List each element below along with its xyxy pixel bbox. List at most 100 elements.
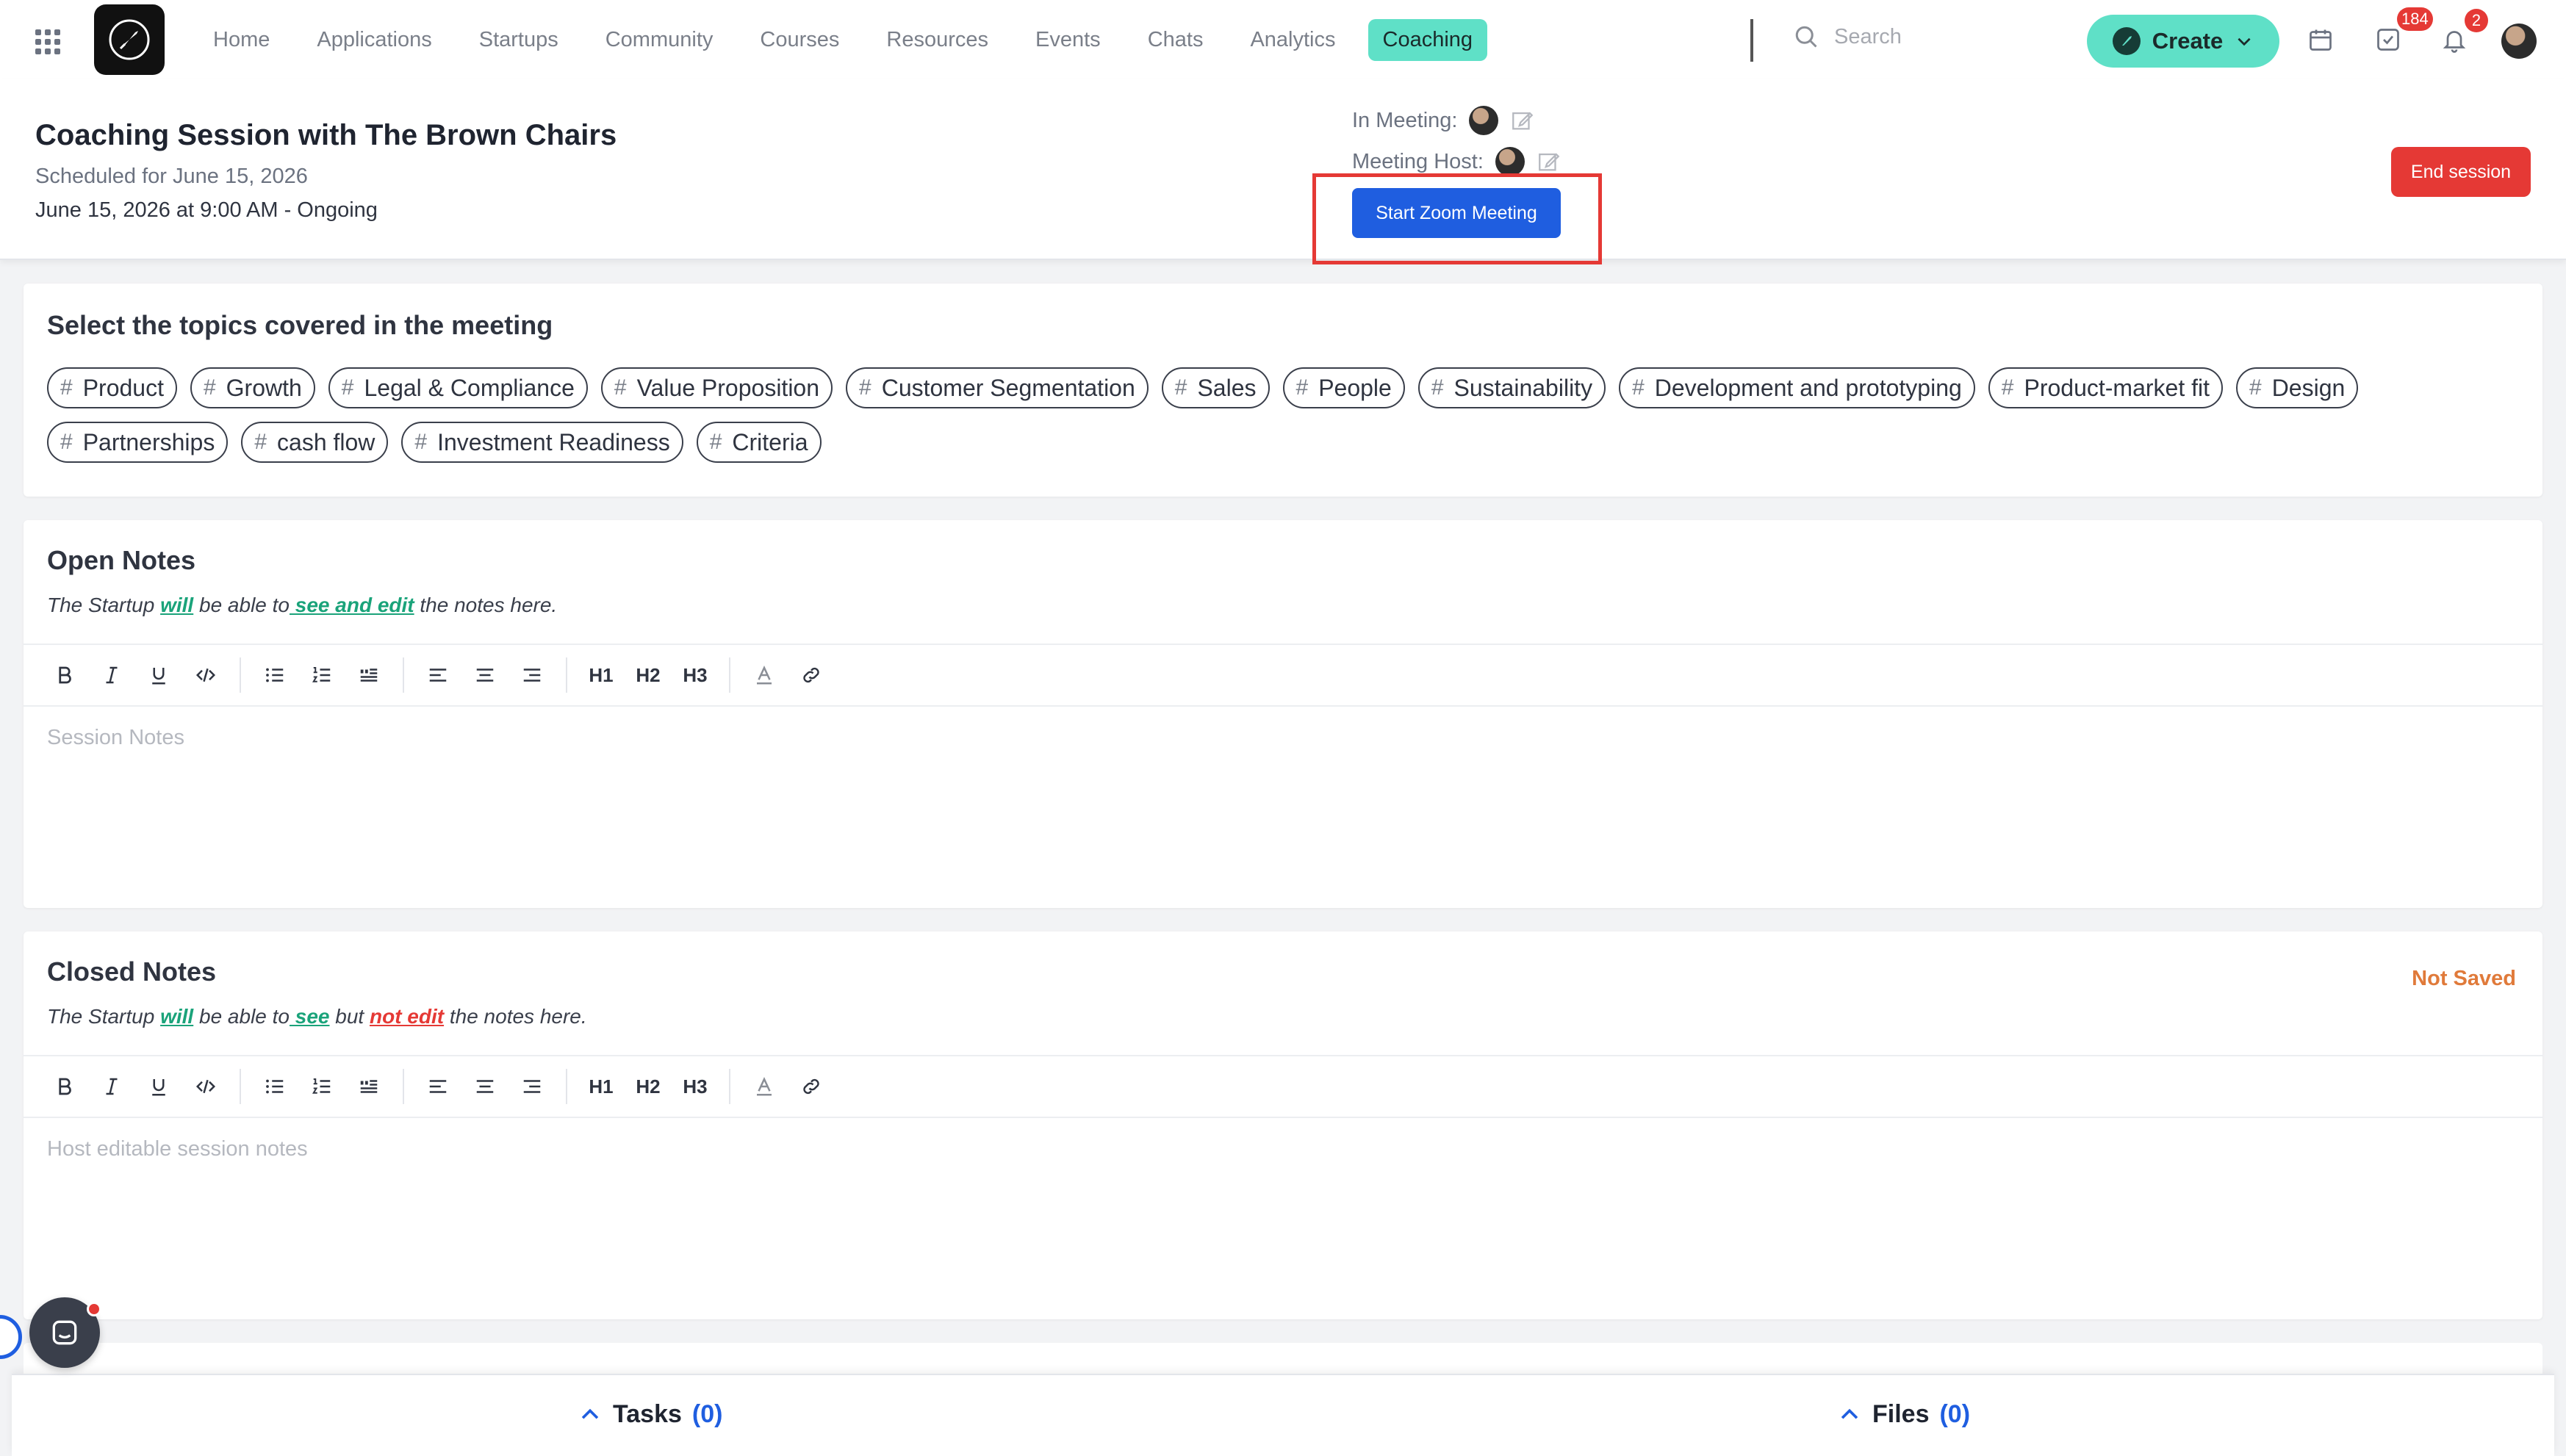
topic-tag[interactable]: # Product (47, 367, 177, 408)
floating-ring-icon[interactable] (0, 1315, 22, 1359)
heading3-button[interactable]: H3 (672, 1063, 719, 1110)
numbered-list-button[interactable] (298, 1063, 345, 1110)
toolbar-separator (240, 657, 241, 693)
underline-button[interactable] (135, 1063, 182, 1110)
blockquote-button[interactable] (345, 652, 392, 699)
files-tab[interactable]: Files (0) (1837, 1400, 1970, 1429)
closed-notes-subtitle: The Startup will be able to see but not … (47, 1005, 587, 1028)
nav-resources[interactable]: Resources (871, 19, 1003, 61)
heading2-button[interactable]: H2 (625, 1063, 672, 1110)
edit-icon[interactable] (1537, 149, 1561, 174)
end-session-button[interactable]: End session (2391, 147, 2531, 197)
nav-startups[interactable]: Startups (464, 19, 573, 61)
hash-icon: # (341, 375, 354, 400)
search-input[interactable] (1834, 24, 2055, 49)
numbered-list-button[interactable] (298, 652, 345, 699)
bullet-list-button[interactable] (251, 652, 298, 699)
code-button[interactable] (182, 1063, 229, 1110)
text-color-button[interactable] (741, 652, 788, 699)
heading1-button[interactable]: H1 (578, 652, 625, 699)
heading2-button[interactable]: H2 (625, 652, 672, 699)
hash-icon: # (1174, 375, 1187, 400)
topic-tag[interactable]: # cash flow (241, 422, 389, 463)
topic-tag[interactable]: # Investment Readiness (401, 422, 683, 463)
bold-button[interactable] (41, 652, 88, 699)
subtitle-text: The Startup (47, 1005, 161, 1028)
create-button[interactable]: Create (2087, 15, 2279, 68)
calendar-icon[interactable] (2306, 25, 2335, 54)
blockquote-button[interactable] (345, 1063, 392, 1110)
align-left-button[interactable] (414, 652, 461, 699)
topic-tag[interactable]: # Product-market fit (1988, 367, 2223, 408)
subtitle-see-and-edit: see and edit (290, 594, 414, 616)
app-logo[interactable] (94, 4, 165, 75)
italic-button[interactable] (88, 652, 135, 699)
topic-label: Sustainability (1453, 374, 1593, 401)
bell-icon[interactable] (2440, 25, 2469, 54)
subtitle-not-edit: not edit (369, 1005, 445, 1028)
nav-chats[interactable]: Chats (1133, 19, 1218, 61)
nav-coaching[interactable]: Coaching (1368, 18, 1488, 61)
link-button[interactable] (788, 1063, 835, 1110)
tasks-badge: 184 (2397, 7, 2433, 31)
code-button[interactable] (182, 652, 229, 699)
topic-label: Product-market fit (2024, 374, 2210, 401)
nav-analytics[interactable]: Analytics (1235, 19, 1350, 61)
topic-tag[interactable]: # Design (2236, 367, 2359, 408)
meeting-host-row: Meeting Host: (1352, 147, 1561, 176)
align-left-button[interactable] (414, 1063, 461, 1110)
heading1-button[interactable]: H1 (578, 1063, 625, 1110)
link-button[interactable] (788, 652, 835, 699)
user-avatar[interactable] (2501, 24, 2537, 59)
nav-community[interactable]: Community (591, 19, 728, 61)
topic-tag[interactable]: # Growth (190, 367, 315, 408)
topic-tag[interactable]: # Customer Segmentation (846, 367, 1149, 408)
nav-applications[interactable]: Applications (302, 19, 446, 61)
heading3-button[interactable]: H3 (672, 652, 719, 699)
apps-grid-icon[interactable] (35, 29, 60, 54)
bullet-list-icon (266, 1079, 284, 1094)
align-left-icon (429, 668, 447, 682)
bullet-list-button[interactable] (251, 1063, 298, 1110)
topic-tag[interactable]: # Development and prototyping (1619, 367, 1975, 408)
edit-icon[interactable] (1510, 108, 1535, 133)
bullet-list-icon (266, 668, 284, 682)
bold-button[interactable] (41, 1063, 88, 1110)
numbered-list-icon (312, 667, 331, 682)
meeting-host-label: Meeting Host: (1352, 149, 1484, 173)
topic-tag[interactable]: # Sustainability (1417, 367, 1606, 408)
hash-icon: # (203, 375, 216, 400)
code-icon (195, 1079, 216, 1094)
topic-tag[interactable]: # Sales (1161, 367, 1270, 408)
subtitle-will: will (160, 1005, 194, 1028)
quote-icon (360, 668, 378, 682)
start-zoom-meeting-button[interactable]: Start Zoom Meeting (1352, 188, 1561, 238)
italic-button[interactable] (88, 1063, 135, 1110)
tasks-check-icon[interactable] (2373, 25, 2403, 54)
topic-tag[interactable]: # Partnerships (47, 422, 229, 463)
topics-list: # Product # Growth # Legal & Compliance # Va… (47, 367, 2516, 463)
topic-tag[interactable]: # Legal & Compliance (328, 367, 588, 408)
nav-events[interactable]: Events (1021, 19, 1115, 61)
topic-label: Criteria (732, 428, 808, 455)
topic-label: Partnerships (82, 428, 215, 455)
topic-tag[interactable]: # Value Proposition (600, 367, 833, 408)
underline-button[interactable] (135, 652, 182, 699)
align-center-button[interactable] (461, 652, 508, 699)
nav-home[interactable]: Home (198, 19, 284, 61)
align-right-button[interactable] (508, 1063, 556, 1110)
text-color-button[interactable] (741, 1063, 788, 1110)
align-center-button[interactable] (461, 1063, 508, 1110)
text-color-icon (757, 1077, 772, 1096)
subtitle-will: will (160, 594, 194, 616)
host-session-notes-input[interactable] (47, 1137, 2519, 1299)
hash-icon: # (1295, 375, 1309, 400)
nav-courses[interactable]: Courses (745, 19, 854, 61)
topic-tag[interactable]: # Criteria (696, 422, 822, 463)
tasks-tab[interactable]: Tasks (0) (578, 1400, 722, 1429)
topic-tag[interactable]: # People (1282, 367, 1405, 408)
align-center-icon (476, 668, 494, 682)
open-notes-card: Open Notes The Startup will be able to s… (24, 520, 2542, 908)
align-right-button[interactable] (508, 652, 556, 699)
session-notes-input[interactable] (47, 726, 2519, 887)
